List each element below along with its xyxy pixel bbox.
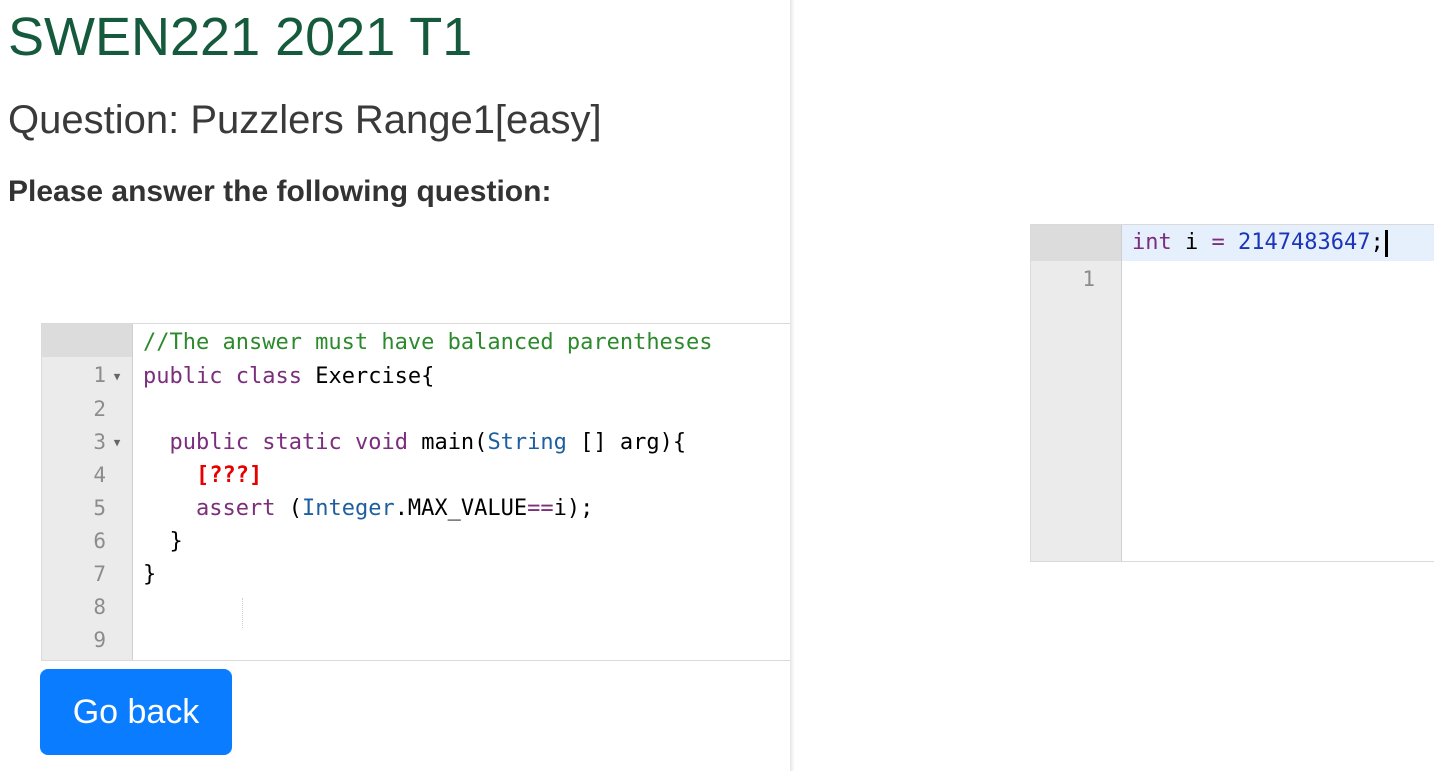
code-keyword: static: [262, 430, 342, 455]
code-line: 4 ▼ public static void main(String [] ar…: [42, 426, 790, 487]
code-type: Integer: [301, 496, 395, 521]
code-number: 2147483647: [1238, 230, 1371, 255]
question-title: Question: Puzzlers Range1[easy]: [8, 98, 602, 142]
code-line: 1 int i = 2147483647;: [1031, 225, 1434, 291]
code-line: 2 ▼ public class Exercise{: [42, 360, 790, 421]
fold-arrow-icon[interactable]: ▼: [110, 426, 124, 459]
code-text: }: [143, 562, 157, 587]
code-operator: ==: [527, 496, 554, 521]
question-code-editor[interactable]: 1 //The answer must have balanced parent…: [41, 323, 790, 661]
code-operator: =: [1211, 230, 1225, 255]
code-keyword: assert: [195, 496, 276, 521]
code-line: 1 //The answer must have balanced parent…: [42, 326, 790, 387]
code-keyword: int: [1132, 230, 1172, 255]
text-cursor: [1384, 229, 1388, 257]
code-text: [] arg){: [566, 430, 687, 455]
fold-arrow-icon[interactable]: ▼: [110, 360, 124, 393]
instruction-text: Please answer the following question:: [8, 175, 552, 208]
code-keyword: void: [354, 430, 408, 455]
line-number: 9: [93, 628, 106, 652]
code-keyword: public: [169, 430, 249, 455]
code-type: String: [487, 430, 567, 455]
question-pane: SWEN221 2021 T1 Question: Puzzlers Range…: [0, 0, 790, 771]
code-line: 7 }: [42, 525, 790, 586]
code-text: .MAX_VALUE: [394, 496, 528, 521]
code-text: Exercise{: [301, 364, 435, 389]
code-text: (: [275, 496, 302, 521]
indent-guide: [242, 598, 243, 628]
code-line: 9: [42, 591, 790, 652]
course-title: SWEN221 2021 T1: [8, 7, 473, 67]
code-line: 5 [???]: [42, 459, 790, 520]
code-text: main(: [407, 430, 488, 455]
code-keyword: class: [235, 364, 302, 389]
answer-pane: 1 int i = 2147483647;: [795, 0, 1434, 771]
code-text: ;: [1370, 230, 1384, 255]
code-line: 3: [42, 393, 790, 454]
code-keyword: public: [143, 364, 223, 389]
answer-code-editor[interactable]: 1 int i = 2147483647;: [1030, 224, 1434, 562]
line-number: 1: [1082, 267, 1095, 291]
code-line: 6 assert (Integer.MAX_VALUE==i);: [42, 492, 790, 553]
code-text: }: [169, 529, 183, 554]
code-text: i: [1171, 230, 1212, 255]
answer-placeholder: [???]: [195, 463, 263, 488]
code-comment: //The answer must have balanced parenthe…: [143, 330, 713, 355]
go-back-button[interactable]: Go back: [40, 669, 232, 755]
code-text: i);: [553, 496, 594, 521]
code-line: 8 }: [42, 558, 790, 619]
